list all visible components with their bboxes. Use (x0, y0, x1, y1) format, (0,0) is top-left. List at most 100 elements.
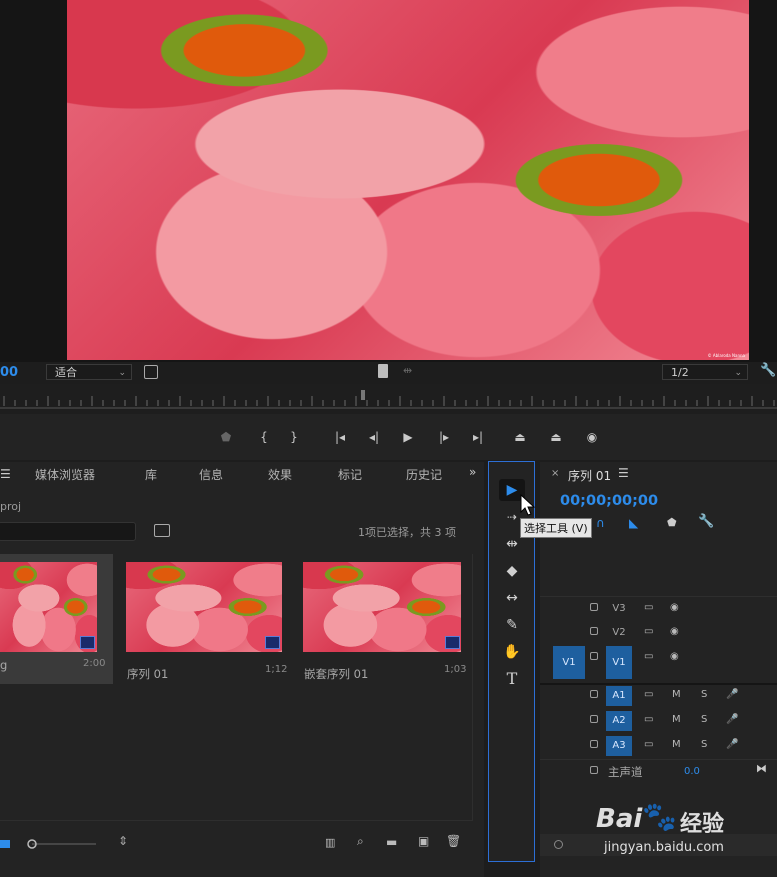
slip-tool-icon[interactable]: ↔ (499, 587, 525, 609)
lift-icon[interactable]: ⏏ (510, 428, 530, 446)
track-label-a3[interactable]: A3 (606, 736, 632, 756)
tab-libraries[interactable]: 库 (145, 466, 157, 483)
lock-icon[interactable] (590, 740, 598, 748)
step-forward-icon[interactable]: |▸ (434, 428, 454, 446)
wrench-icon[interactable]: 🔧 (760, 363, 776, 378)
track-label-v2[interactable]: V2 (606, 623, 632, 643)
tab-media-browser[interactable]: 媒体浏览器 (35, 466, 95, 483)
safe-margins-icon[interactable]: ⇹ (403, 364, 412, 377)
lock-icon[interactable] (590, 766, 598, 774)
trash-icon[interactable]: 🗑 (446, 834, 461, 848)
eye-icon[interactable]: ◉ (670, 626, 679, 637)
time-ruler[interactable] (0, 384, 777, 414)
linked-selection-icon[interactable]: ∩ (596, 516, 605, 530)
timeline-settings-wrench-icon[interactable]: 🔧 (698, 514, 714, 529)
extract-icon[interactable]: ⏏ (546, 428, 566, 446)
project-item-sequence[interactable]: 序列 01 1;12 (126, 554, 287, 684)
source-patch-v1[interactable]: V1 (553, 646, 585, 679)
new-bin-icon[interactable]: ▬ (386, 835, 397, 849)
film-icon[interactable]: ▭ (644, 714, 653, 725)
export-frame-icon[interactable] (378, 364, 388, 378)
microphone-icon[interactable]: 🎤 (726, 739, 738, 750)
play-icon[interactable]: ▶ (398, 428, 418, 446)
resolution-dropdown[interactable]: 1/2 ⌄ (662, 364, 748, 380)
film-icon[interactable]: ▭ (644, 651, 653, 662)
solo-button[interactable]: S (701, 714, 707, 725)
track-a2[interactable]: A2 ▭ M S 🎤 (540, 709, 777, 733)
zoom-slider[interactable] (24, 838, 100, 850)
more-panels-icon[interactable]: » (469, 465, 476, 479)
lock-icon[interactable] (590, 715, 598, 723)
mark-in-icon[interactable]: { (254, 428, 274, 446)
track-label-a1[interactable]: A1 (606, 686, 632, 706)
fit-dropdown[interactable]: 适合 ⌄ (46, 364, 132, 380)
sequence-thumbnail (126, 562, 282, 652)
mute-button[interactable]: M (672, 739, 681, 750)
panel-menu-icon[interactable]: ☰ (0, 467, 11, 481)
microphone-icon[interactable]: 🎤 (726, 714, 738, 725)
track-label-a2[interactable]: A2 (606, 711, 632, 731)
track-a3[interactable]: A3 ▭ M S 🎤 (540, 734, 777, 758)
lock-icon[interactable] (590, 627, 598, 635)
type-tool-icon[interactable]: T (499, 668, 525, 690)
track-v1[interactable]: V1 V1 ▭ ◉ (540, 646, 777, 681)
tab-markers[interactable]: 标记 (338, 466, 362, 483)
track-a1[interactable]: A1 ▭ M S 🎤 (540, 684, 777, 708)
pen-tool-icon[interactable]: ✎ (499, 614, 525, 636)
project-item-nested-sequence[interactable]: 嵌套序列 01 1;03 (303, 554, 466, 684)
search-icon[interactable]: ⌕ (357, 834, 364, 849)
mark-out-icon[interactable]: } (284, 428, 304, 446)
add-marker-icon[interactable]: ⬟ (216, 428, 236, 446)
camera-icon[interactable]: ◉ (582, 428, 602, 446)
snap-icon[interactable]: ◣ (629, 516, 638, 530)
icon-view-toggle[interactable] (0, 840, 10, 848)
tab-info[interactable]: 信息 (199, 466, 223, 483)
mute-button[interactable]: M (672, 689, 681, 700)
go-to-in-icon[interactable]: |◂ (330, 428, 350, 446)
clip-type-icon (80, 636, 95, 649)
sequence-tab-title[interactable]: 序列 01 (568, 467, 611, 484)
new-item-icon[interactable]: ▣ (418, 834, 429, 848)
close-icon[interactable]: × (551, 468, 559, 479)
microphone-icon[interactable]: 🎤 (726, 689, 738, 700)
go-to-pan-icon[interactable]: ⧓ (756, 762, 767, 775)
track-v2[interactable]: V2 ▭ ◉ (540, 621, 777, 645)
timeline-timecode[interactable]: 00;00;00;00 (560, 493, 658, 509)
lock-icon[interactable] (590, 603, 598, 611)
go-to-out-icon[interactable]: ▸| (468, 428, 488, 446)
project-item-clip[interactable]: g 2:00 (0, 554, 113, 684)
eye-icon[interactable]: ◉ (670, 602, 679, 613)
razor-tool-icon[interactable]: ◆ (499, 560, 525, 582)
track-label-v3[interactable]: V3 (606, 599, 632, 619)
add-marker-icon[interactable]: ⬟ (667, 516, 677, 529)
clip-name: g (0, 658, 8, 672)
film-icon[interactable]: ▭ (644, 626, 653, 637)
find-bin-icon[interactable] (154, 524, 170, 537)
mute-button[interactable]: M (672, 714, 681, 725)
hand-tool-icon[interactable]: ✋ (499, 641, 525, 663)
zoom-handle-icon[interactable] (554, 840, 563, 849)
track-v3[interactable]: V3 ▭ ◉ (540, 596, 777, 621)
solo-button[interactable]: S (701, 689, 707, 700)
tab-effects[interactable]: 效果 (268, 466, 292, 483)
film-icon[interactable]: ▭ (644, 689, 653, 700)
marker-bracket-icon[interactable] (144, 365, 158, 379)
sort-icon[interactable]: ⇕ (118, 834, 128, 848)
film-icon[interactable]: ▭ (644, 602, 653, 613)
track-master[interactable]: 主声道 0.0 ⧓ (540, 759, 777, 784)
track-label-v1[interactable]: V1 (606, 646, 632, 679)
master-volume-value[interactable]: 0.0 (684, 766, 700, 777)
monitor-timecode[interactable]: 00 (0, 365, 18, 380)
tab-history[interactable]: 历史记 (406, 466, 442, 483)
step-back-icon[interactable]: ◂| (364, 428, 384, 446)
project-search-input[interactable] (0, 522, 136, 541)
lock-icon[interactable] (590, 652, 598, 660)
chevron-down-icon: ⌄ (734, 368, 742, 378)
sequence-menu-icon[interactable]: ☰ (618, 466, 629, 480)
playhead-icon[interactable] (361, 390, 365, 400)
film-icon[interactable]: ▭ (644, 739, 653, 750)
lock-icon[interactable] (590, 690, 598, 698)
eye-icon[interactable]: ◉ (670, 651, 679, 662)
solo-button[interactable]: S (701, 739, 707, 750)
automate-sequence-icon[interactable]: ▥ (325, 836, 335, 849)
